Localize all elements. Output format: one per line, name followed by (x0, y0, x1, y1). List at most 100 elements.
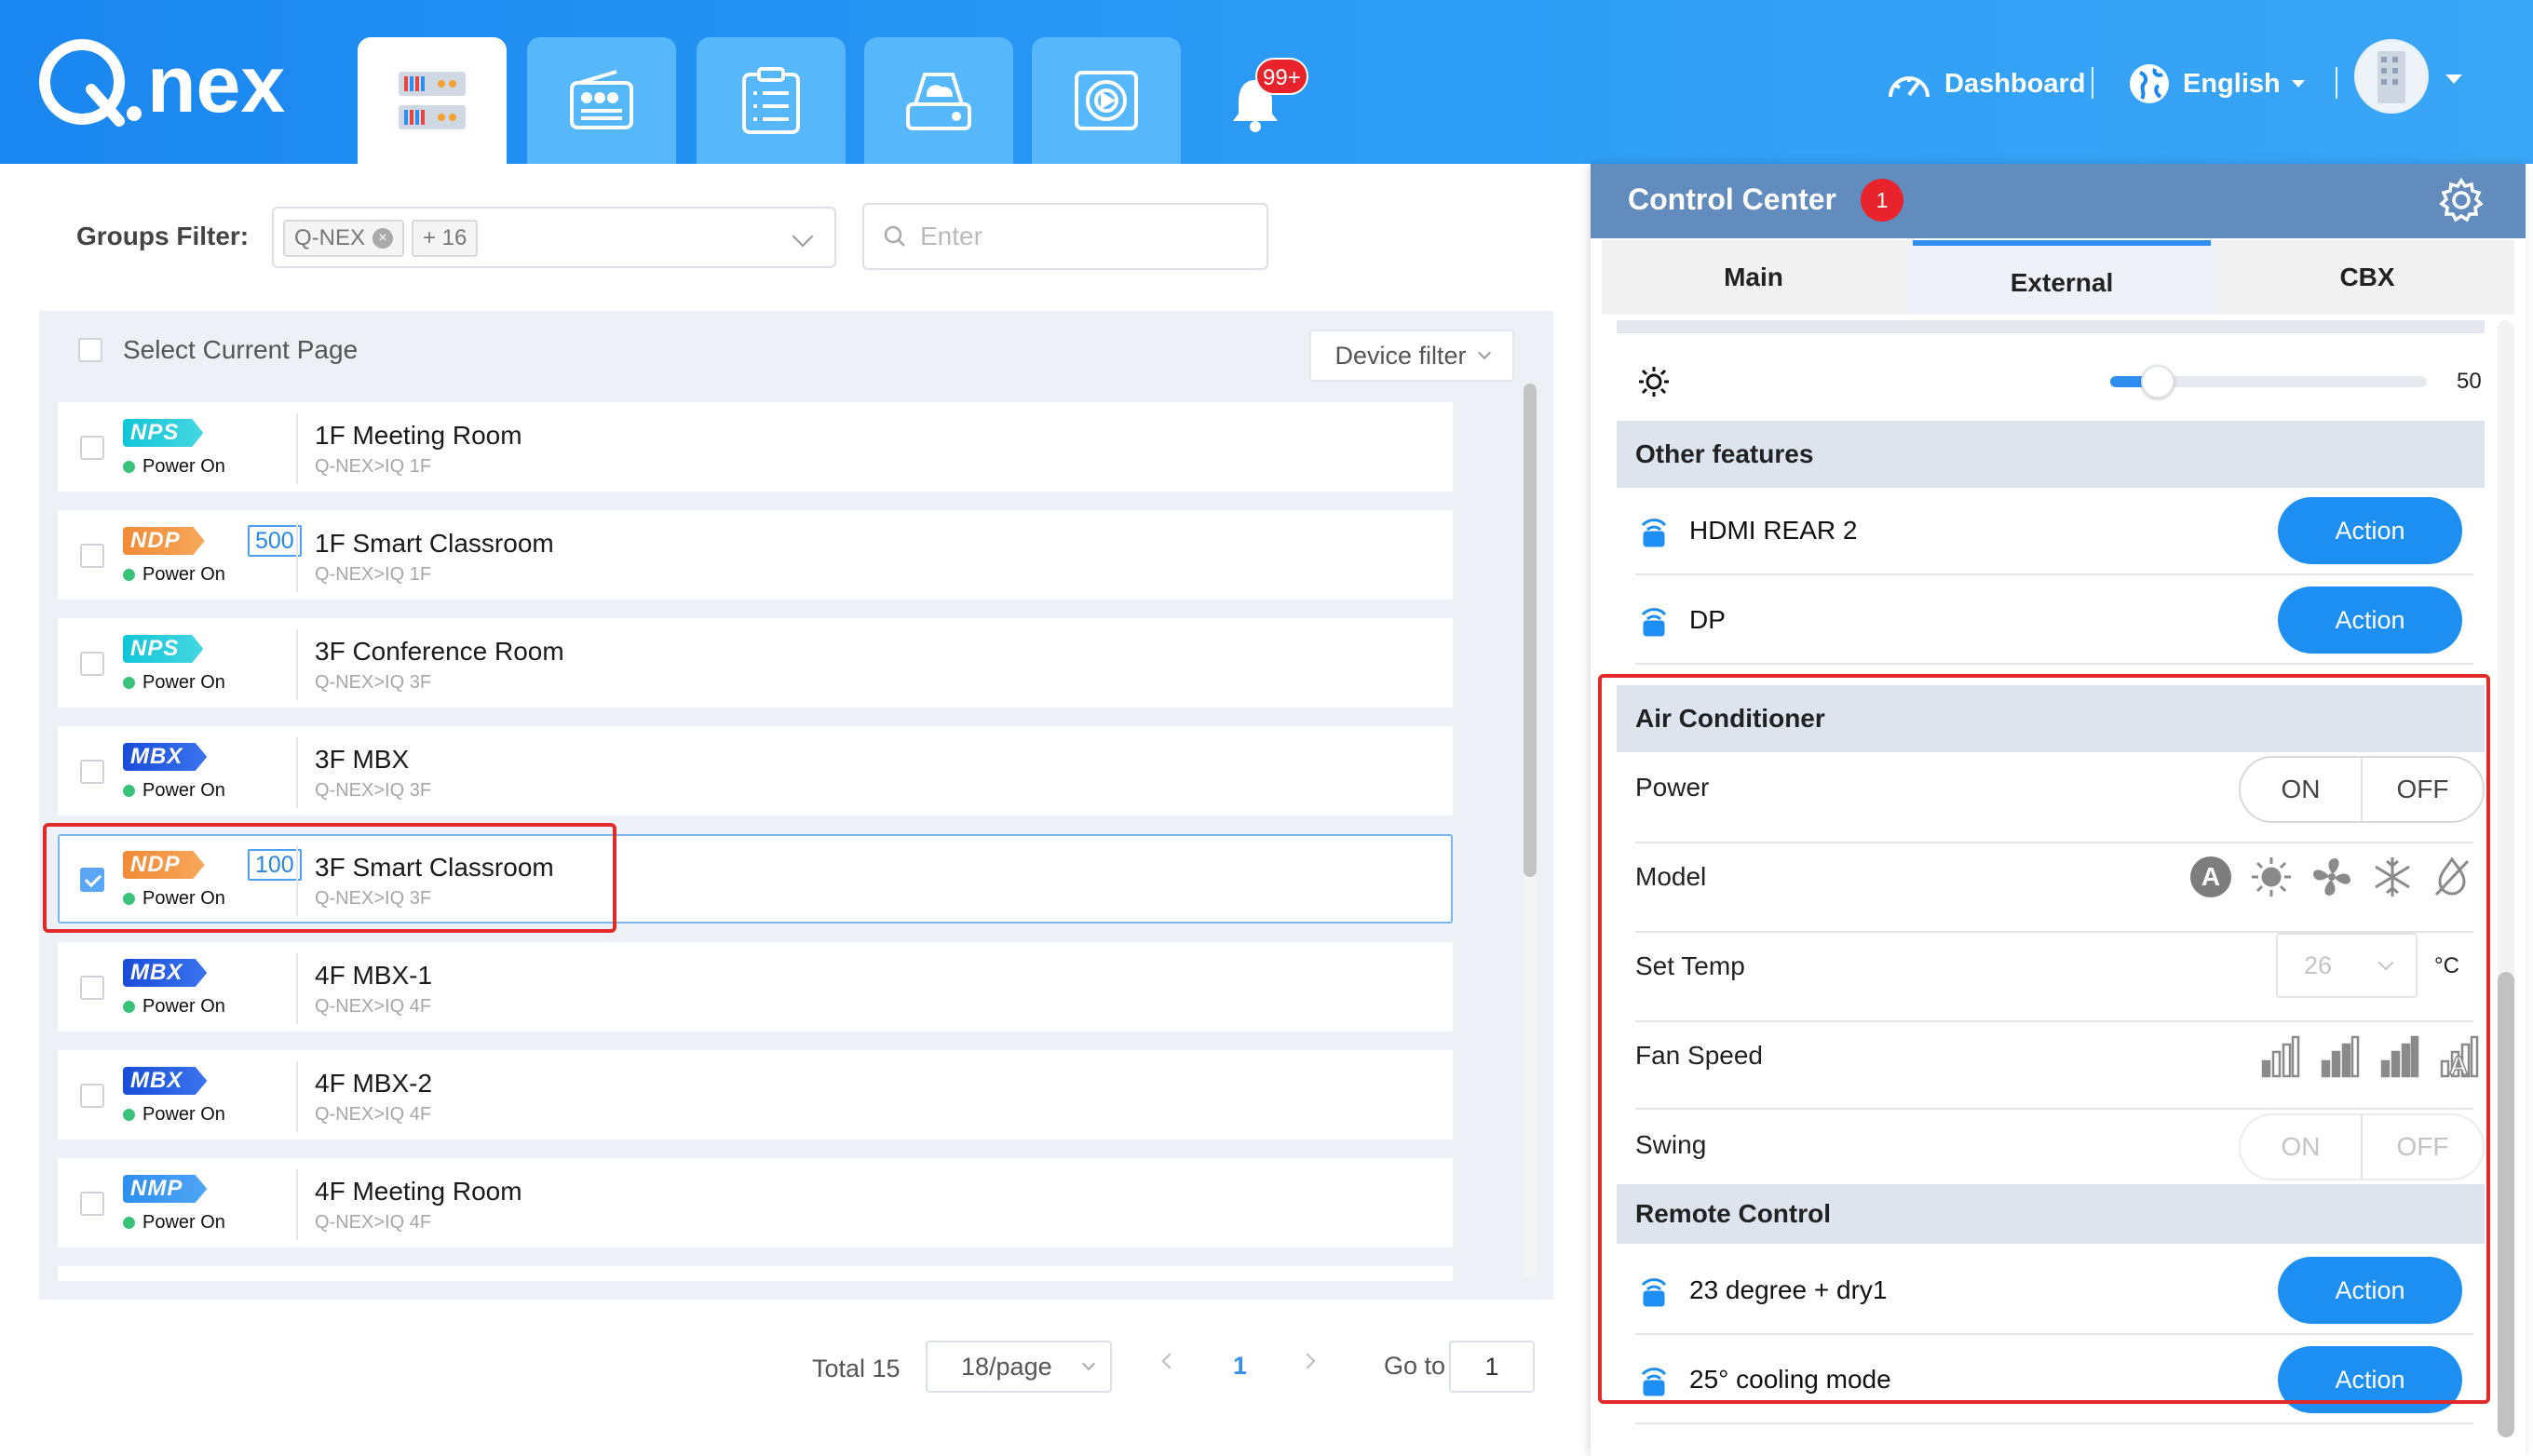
fan-speed-low-icon[interactable] (2259, 1035, 2300, 1078)
prev-page-icon[interactable] (1161, 1353, 1178, 1369)
control-center-scrollbar[interactable] (2498, 320, 2514, 1437)
device-filter-button[interactable]: Device filter (1309, 330, 1514, 382)
auto-mode-icon[interactable]: A (2188, 855, 2233, 899)
remote-signal-icon (1641, 608, 1667, 637)
nav-tab-media[interactable] (1032, 37, 1181, 164)
language-selector[interactable]: English (2127, 61, 2305, 106)
remove-tag-icon[interactable]: × (372, 228, 394, 249)
status-dot-icon (123, 461, 135, 473)
device-row[interactable]: MBX Power On 4F MBX-2 Q-NEX>IQ 4F (58, 1050, 1453, 1139)
slider-handle[interactable] (2141, 365, 2174, 398)
nav-tab-storage[interactable] (864, 37, 1013, 164)
device-count-badge: 500 (248, 525, 302, 557)
swing-on-button[interactable]: ON (2241, 1115, 2361, 1179)
device-status: Power On (123, 780, 225, 802)
nav-tab-device-manager[interactable] (358, 37, 507, 164)
row-checkbox[interactable] (80, 976, 104, 1000)
select-page-checkbox[interactable] (78, 338, 102, 362)
device-status-label: Power On (142, 1212, 225, 1233)
fan-speed-auto-icon[interactable]: A (2438, 1035, 2479, 1078)
device-status-label: Power On (142, 888, 225, 909)
device-list-scrollbar[interactable] (1524, 384, 1537, 1277)
device-name: 3F Smart Classroom (315, 853, 554, 882)
goto-page-input[interactable] (1449, 1341, 1535, 1393)
feature-action-button[interactable]: Action (2278, 586, 2462, 654)
scrollbar-thumb[interactable] (2498, 972, 2514, 1437)
device-row-partial[interactable] (58, 1266, 1453, 1281)
device-status: Power On (123, 672, 225, 694)
row-checkbox[interactable] (80, 544, 104, 568)
next-page-icon[interactable] (1299, 1353, 1316, 1369)
nav-tab-radio[interactable] (527, 37, 676, 164)
page-number-current[interactable]: 1 (1233, 1352, 1247, 1381)
device-row[interactable]: NMP Power On 4F Meeting Room Q-NEX>IQ 4F (58, 1158, 1453, 1247)
device-status: Power On (123, 1212, 225, 1234)
device-row[interactable]: NDP 500 Power On 1F Smart Classroom Q-NE… (58, 510, 1453, 600)
power-off-button[interactable]: OFF (2361, 758, 2483, 821)
device-filter-label: Device filter (1334, 341, 1467, 370)
page-size-select[interactable]: 18/page (926, 1341, 1112, 1393)
device-row[interactable]: MBX Power On 3F MBX Q-NEX>IQ 3F (58, 726, 1453, 816)
set-temp-select[interactable]: 26 (2276, 933, 2418, 998)
scrollbar-thumb[interactable] (1524, 384, 1537, 877)
search-input[interactable] (920, 222, 1237, 251)
device-path: Q-NEX>IQ 3F (315, 780, 432, 801)
air-conditioner-header: Air Conditioner (1617, 685, 2485, 752)
set-temp-value: 26 (2304, 951, 2333, 979)
swing-off-button[interactable]: OFF (2361, 1115, 2483, 1179)
nav-tab-schedule[interactable] (697, 37, 846, 164)
user-menu-caret-icon[interactable] (2445, 74, 2462, 84)
device-name: 4F MBX-2 (315, 1069, 433, 1098)
tab-cbx[interactable]: CBX (2220, 240, 2514, 315)
dry-mode-icon[interactable] (2431, 856, 2473, 898)
select-current-page[interactable]: Select Current Page (78, 335, 358, 365)
control-center-count-badge: 1 (1861, 179, 1903, 222)
remote-command-name: 25° cooling mode (1689, 1365, 1891, 1394)
row-checkbox[interactable] (80, 760, 104, 784)
remote-action-button[interactable]: Action (2278, 1257, 2462, 1324)
device-path: Q-NEX>IQ 3F (315, 672, 432, 693)
radio-icon (570, 70, 633, 129)
device-row[interactable]: NPS Power On 1F Meeting Room Q-NEX>IQ 1F (58, 402, 1453, 492)
device-row[interactable]: NDP 100 Power On 3F Smart Classroom Q-NE… (58, 834, 1453, 923)
avatar-building-icon (2357, 42, 2426, 111)
row-checkbox[interactable] (80, 1084, 104, 1108)
device-status-label: Power On (142, 672, 225, 693)
device-row[interactable]: MBX Power On 4F MBX-1 Q-NEX>IQ 4F (58, 942, 1453, 1031)
row-divider (296, 737, 298, 808)
control-center-header: Control Center 1 (1591, 164, 2526, 238)
snowflake-cool-icon[interactable] (2371, 856, 2414, 898)
brightness-slider[interactable] (2110, 365, 2427, 398)
row-checkbox[interactable] (80, 868, 104, 892)
remote-action-button[interactable]: Action (2278, 1346, 2462, 1413)
brightness-icon (1639, 367, 1669, 397)
row-divider (296, 413, 298, 484)
gear-icon[interactable] (2438, 177, 2485, 223)
feature-action-button[interactable]: Action (2278, 497, 2462, 564)
device-name: 4F MBX-1 (315, 961, 433, 990)
device-rack-icon (399, 72, 466, 129)
qnex-logo[interactable]: nex (37, 35, 326, 138)
row-checkbox[interactable] (80, 1192, 104, 1216)
brightness-value: 50 (2457, 369, 2482, 394)
device-row[interactable]: NPS Power On 3F Conference Room Q-NEX>IQ… (58, 618, 1453, 708)
row-checkbox[interactable] (80, 436, 104, 460)
tab-external[interactable]: External (1913, 240, 2211, 315)
groups-filter-select[interactable]: Q-NEX × + 16 (272, 207, 836, 268)
power-on-button[interactable]: ON (2241, 758, 2361, 821)
sun-heat-icon[interactable] (2250, 856, 2293, 898)
status-dot-icon (123, 893, 135, 905)
dashboard-link[interactable]: Dashboard (1885, 61, 2085, 106)
power-toggle: ON OFF (2239, 756, 2485, 823)
status-dot-icon (123, 1217, 135, 1229)
search-field[interactable] (862, 203, 1268, 270)
row-checkbox[interactable] (80, 652, 104, 676)
tab-main[interactable]: Main (1602, 240, 1905, 315)
group-tag-qnex: Q-NEX × (283, 220, 405, 257)
fan-icon[interactable] (2310, 855, 2354, 899)
row-divider (1635, 1333, 2473, 1335)
user-avatar[interactable] (2354, 39, 2429, 114)
row-divider (296, 629, 298, 700)
fan-speed-high-icon[interactable] (2378, 1035, 2419, 1078)
fan-speed-medium-icon[interactable] (2319, 1035, 2360, 1078)
